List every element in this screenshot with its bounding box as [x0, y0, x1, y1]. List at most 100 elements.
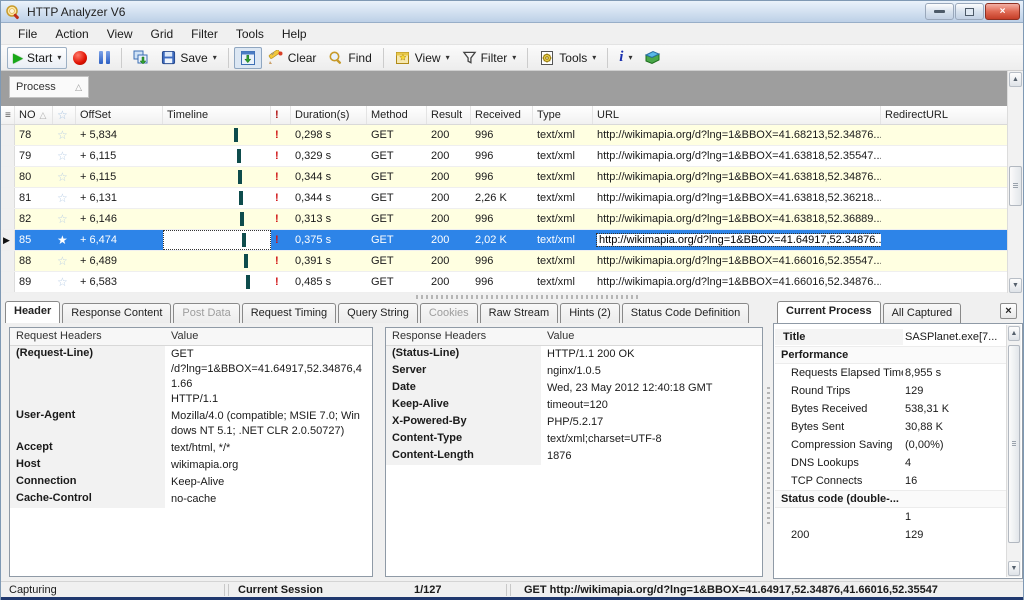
group-by-process-button[interactable]: Process △ — [9, 76, 89, 98]
help-book-button[interactable] — [638, 47, 667, 69]
record-button[interactable] — [67, 47, 93, 69]
cell-star[interactable] — [53, 146, 76, 166]
table-row[interactable]: 88 + 6,489 0,391 s GET 200 996 text/xml … — [1, 251, 1009, 272]
minimize-button[interactable] — [925, 3, 954, 20]
horizontal-splitter[interactable] — [1, 293, 1023, 301]
header-row[interactable]: Content-Length 1876 — [386, 448, 762, 465]
table-row[interactable]: ▶ 85 + 6,474 0,375 s GET 200 2,02 K text… — [1, 230, 1009, 251]
column-header-no[interactable]: NO△ — [15, 106, 53, 124]
autoscroll-toggle-button[interactable] — [234, 47, 262, 69]
statusbar-grip[interactable] — [224, 584, 229, 596]
detail-tab[interactable]: Hints (2) — [560, 303, 620, 323]
column-header-star[interactable]: ☆ — [53, 106, 76, 124]
stat-row[interactable]: Title SASPlanet.exe[7... — [775, 328, 1006, 346]
tools-menu-button[interactable]: Tools ▾ — [533, 47, 602, 69]
table-row[interactable]: 82 + 6,146 0,313 s GET 200 996 text/xml … — [1, 209, 1009, 230]
column-header-duration[interactable]: Duration(s) — [291, 106, 367, 124]
find-button[interactable]: Find — [322, 47, 377, 69]
menu-item[interactable]: View — [98, 24, 142, 44]
cell-star[interactable] — [53, 167, 76, 187]
header-row[interactable]: Content-Type text/xml;charset=UTF-8 — [386, 431, 762, 448]
header-row[interactable]: Accept text/html, */* — [10, 440, 372, 457]
detail-tab[interactable]: Header — [5, 301, 60, 323]
column-header-timeline[interactable]: Timeline — [163, 106, 271, 124]
side-tab[interactable]: All Captured — [883, 303, 962, 323]
header-row[interactable]: Keep-Alive timeout=120 — [386, 397, 762, 414]
scroll-thumb[interactable] — [1008, 345, 1020, 543]
title-bar[interactable]: HTTP Analyzer V6 × — [1, 1, 1023, 23]
header-row[interactable]: (Status-Line) HTTP/1.1 200 OK — [386, 346, 762, 363]
detail-tab[interactable]: Status Code Definition — [622, 303, 749, 323]
menu-item[interactable]: Help — [273, 24, 316, 44]
table-row[interactable]: 79 + 6,115 0,329 s GET 200 996 text/xml … — [1, 146, 1009, 167]
table-row[interactable]: 78 + 5,834 0,298 s GET 200 996 text/xml … — [1, 125, 1009, 146]
close-button[interactable]: × — [985, 3, 1020, 20]
detail-tab[interactable]: Query String — [338, 303, 418, 323]
menu-item[interactable]: Grid — [142, 24, 183, 44]
stat-row[interactable]: TCP Connects 16 — [775, 472, 1006, 490]
cell-star[interactable] — [53, 188, 76, 208]
side-panel-close-button[interactable]: × — [1000, 303, 1017, 319]
header-row[interactable]: Cache-Control no-cache — [10, 491, 372, 508]
clear-button[interactable]: Clear — [262, 47, 323, 69]
cell-star[interactable] — [53, 209, 76, 229]
stat-row[interactable]: Requests Elapsed Time 8,955 s — [775, 364, 1006, 382]
restore-button[interactable] — [955, 3, 984, 20]
stat-row[interactable]: DNS Lookups 4 — [775, 454, 1006, 472]
info-button[interactable]: i ▾ — [613, 47, 638, 69]
detail-tab[interactable]: Request Timing — [242, 303, 336, 323]
header-row[interactable]: Host wikimapia.org — [10, 457, 372, 474]
stat-row[interactable]: 1 — [775, 508, 1006, 526]
header-row[interactable]: User-Agent Mozilla/4.0 (compatible; MSIE… — [10, 408, 372, 440]
detail-tab[interactable]: Post Data — [173, 303, 239, 323]
column-header-redirecturl[interactable]: RedirectURL — [881, 106, 1009, 124]
table-row[interactable]: 89 + 6,583 0,485 s GET 200 996 text/xml … — [1, 272, 1009, 293]
cell-star[interactable] — [53, 272, 76, 292]
stat-row[interactable]: Round Trips 129 — [775, 382, 1006, 400]
grid-menu-header[interactable]: ≡ — [1, 106, 15, 124]
view-menu-button[interactable]: View ▾ — [389, 47, 456, 69]
header-row[interactable]: Date Wed, 23 May 2012 12:40:18 GMT — [386, 380, 762, 397]
cell-star[interactable] — [53, 230, 76, 250]
save-dropdown-icon[interactable]: ▾ — [213, 53, 217, 62]
side-panel-scrollbar[interactable]: ▲ ▼ — [1006, 325, 1021, 577]
response-headers-column-label[interactable]: Response Headers — [386, 328, 541, 345]
column-header-url[interactable]: URL — [593, 106, 881, 124]
response-value-column-label[interactable]: Value — [541, 328, 580, 345]
menu-item[interactable]: Action — [46, 24, 97, 44]
scroll-thumb[interactable] — [1009, 166, 1022, 206]
cell-star[interactable] — [53, 251, 76, 271]
stat-row[interactable]: Performance — [775, 346, 1006, 364]
stat-row[interactable]: 200 129 — [775, 526, 1006, 544]
statusbar-grip[interactable] — [506, 584, 511, 596]
detail-tab[interactable]: Raw Stream — [480, 303, 559, 323]
column-header-alert[interactable]: ! — [271, 106, 291, 124]
start-dropdown-icon[interactable]: ▾ — [57, 53, 61, 62]
scroll-up-button[interactable]: ▲ — [1008, 326, 1020, 341]
column-header-type[interactable]: Type — [533, 106, 593, 124]
scroll-up-button[interactable]: ▲ — [1009, 72, 1022, 87]
filter-menu-button[interactable]: Filter ▾ — [456, 47, 523, 69]
cell-star[interactable] — [53, 125, 76, 145]
stat-row[interactable]: Status code (double-... — [775, 490, 1006, 508]
request-headers-column-label[interactable]: Request Headers — [10, 328, 165, 345]
capture-button[interactable] — [127, 47, 155, 69]
scroll-down-button[interactable]: ▼ — [1009, 278, 1022, 293]
save-button[interactable]: Save ▾ — [155, 47, 222, 69]
stat-row[interactable]: Compression Saving (0,00%) — [775, 436, 1006, 454]
side-tab[interactable]: Current Process — [777, 301, 881, 323]
detail-tab[interactable]: Cookies — [420, 303, 478, 323]
detail-tab[interactable]: Response Content — [62, 303, 171, 323]
pause-button[interactable] — [93, 47, 116, 69]
column-header-offset[interactable]: OffSet — [76, 106, 163, 124]
grid-vertical-scrollbar[interactable]: ▲ ▼ — [1007, 71, 1023, 294]
header-row[interactable]: X-Powered-By PHP/5.2.17 — [386, 414, 762, 431]
menu-item[interactable]: Filter — [182, 24, 227, 44]
table-row[interactable]: 80 + 6,115 0,344 s GET 200 996 text/xml … — [1, 167, 1009, 188]
vertical-splitter[interactable] — [765, 327, 772, 577]
start-button[interactable]: ▶ Start ▾ — [7, 47, 67, 69]
stat-row[interactable]: Bytes Sent 30,88 K — [775, 418, 1006, 436]
request-value-column-label[interactable]: Value — [165, 328, 204, 345]
header-row[interactable]: Connection Keep-Alive — [10, 474, 372, 491]
stat-row[interactable]: Bytes Received 538,31 K — [775, 400, 1006, 418]
